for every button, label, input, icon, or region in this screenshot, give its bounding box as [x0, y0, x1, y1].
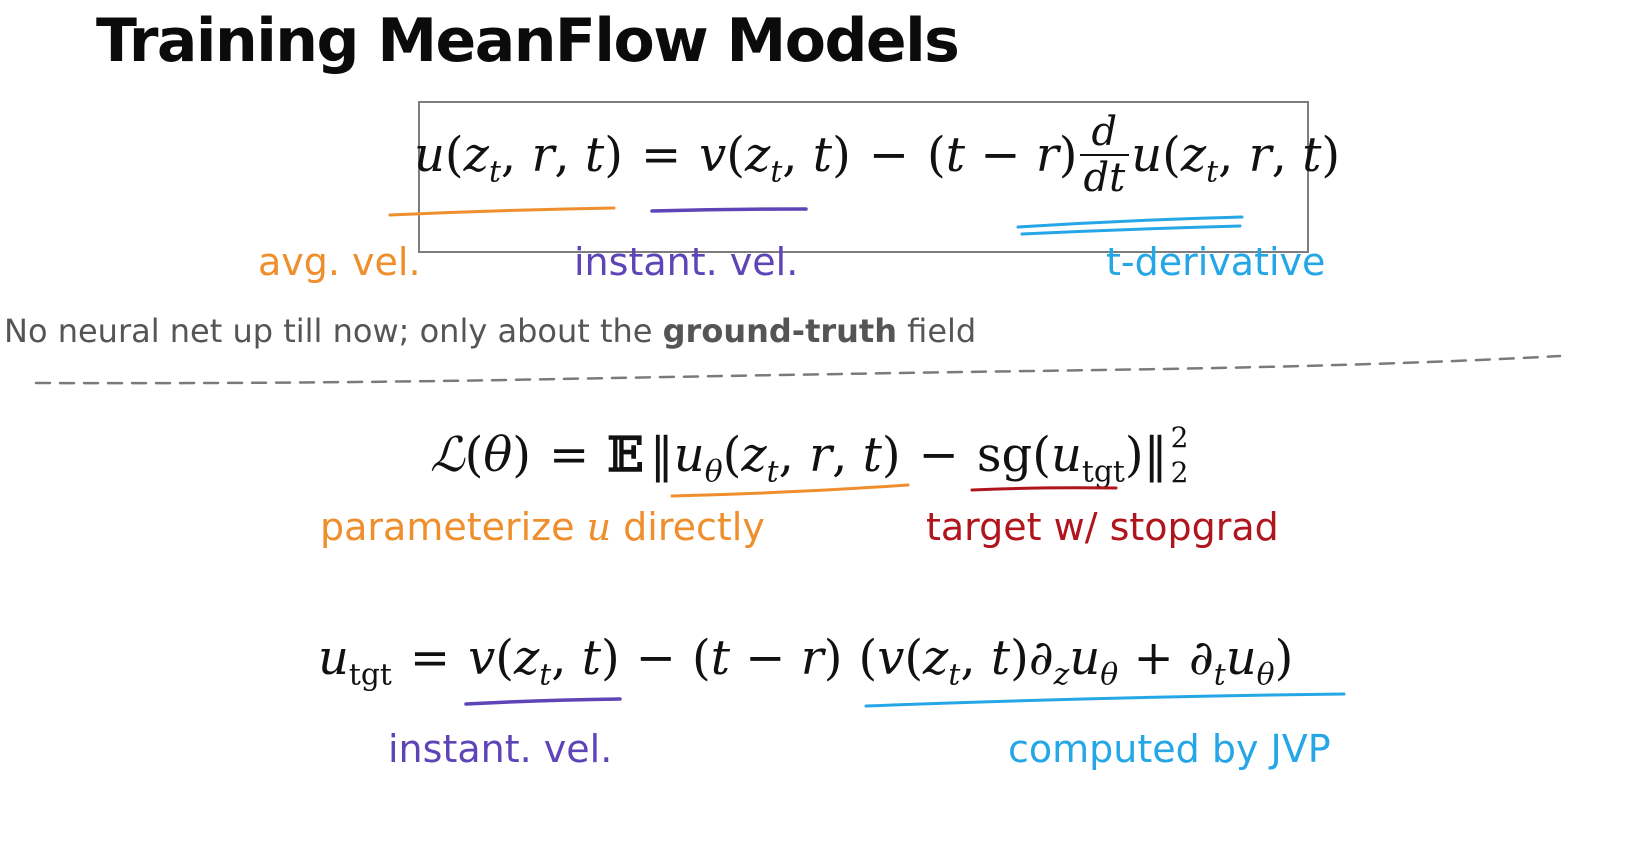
parameterize-pre: parameterize [320, 505, 587, 549]
loss-equation: ℒ(θ) = 𝔼 ‖ uθ(zt, r, t) − sg(utgt) ‖ 22 [430, 421, 1189, 490]
slide-title: Training MeanFlow Models [96, 6, 960, 76]
avg-vel-label: avg. vel. [258, 240, 421, 284]
dashed-separator [34, 354, 1562, 385]
note-text-pre: No neural net up till now; only about th… [4, 312, 663, 350]
target-equation: utgt = v(zt, t) − (t − r) (v(zt, t)∂zuθ … [318, 630, 1294, 693]
ground-truth-note: No neural net up till now; only about th… [4, 312, 976, 350]
note-text-bold: ground-truth [662, 312, 897, 350]
instant-vel-underline-bottom [464, 697, 622, 706]
t-derivative-label: t-derivative [1106, 240, 1326, 284]
target-stopgrad-label: target w/ stopgrad [926, 505, 1279, 549]
jvp-underline [864, 692, 1346, 708]
computed-by-jvp-label: computed by JVP [1008, 727, 1331, 771]
parameterize-post: directly [611, 505, 765, 549]
note-text-post: field [897, 312, 977, 350]
instant-vel-label-top: instant. vel. [574, 240, 799, 284]
parameterize-label: parameterize u directly [320, 505, 765, 549]
parameterize-var: u [586, 505, 612, 549]
instant-vel-label-bottom: instant. vel. [388, 727, 613, 771]
meanflow-identity-equation: u(zt, r, t) = v(zt, t) − (t − r) d dt u(z… [414, 109, 1341, 201]
